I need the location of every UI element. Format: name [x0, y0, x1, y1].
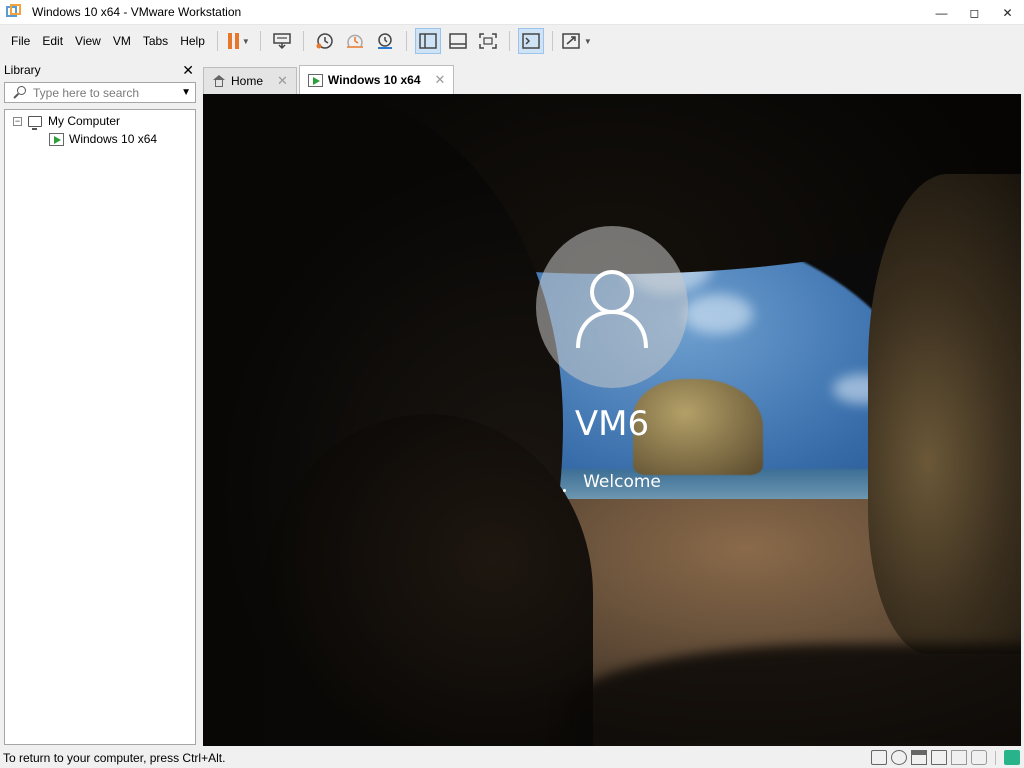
- fit-guest-icon: [479, 33, 497, 49]
- pause-button[interactable]: ▼: [226, 28, 252, 54]
- device-icons: [871, 750, 1020, 765]
- message-icon[interactable]: [1004, 750, 1020, 765]
- thumbnail-bar-icon: [449, 33, 467, 49]
- maximize-button[interactable]: ◻: [958, 0, 991, 25]
- cd-dvd-icon[interactable]: [891, 750, 907, 765]
- library-close-button[interactable]: ✕: [182, 62, 194, 79]
- menu-tabs[interactable]: Tabs: [137, 25, 174, 57]
- tab-windows-10-x64[interactable]: Windows 10 x64 ✕: [298, 65, 455, 94]
- pause-icon: [227, 33, 239, 49]
- tab-home[interactable]: Home ✕: [203, 67, 297, 94]
- vm-console-display[interactable]: VM6 Welcome: [203, 94, 1021, 746]
- send-ctrl-alt-del-button[interactable]: [269, 28, 295, 54]
- snapshot-icon: [316, 33, 333, 49]
- toolbar-separator: [259, 31, 261, 51]
- user-icon: [576, 270, 648, 349]
- home-icon: [212, 75, 226, 87]
- chevron-down-icon[interactable]: ▼: [242, 37, 250, 46]
- take-snapshot-button[interactable]: [312, 28, 338, 54]
- user-name: VM6: [574, 404, 650, 444]
- fit-guest-button[interactable]: [475, 28, 501, 54]
- tree-item-label: My Computer: [48, 114, 121, 128]
- library-tree: − My Computer Windows 10 x64: [4, 109, 196, 745]
- hard-disk-icon[interactable]: [871, 750, 887, 765]
- library-header: Library ✕: [0, 59, 200, 81]
- chevron-down-icon[interactable]: ▼: [584, 37, 592, 46]
- toolbar-separator: [405, 31, 407, 51]
- usb-icon[interactable]: [951, 750, 967, 765]
- cave-shape: [868, 174, 1021, 654]
- thumbnail-bar-button[interactable]: [445, 28, 471, 54]
- menu-help[interactable]: Help: [174, 25, 211, 57]
- vmware-logo-icon: [6, 4, 22, 20]
- collapse-toggle[interactable]: −: [13, 116, 22, 126]
- send-ctrl-alt-del-icon: [273, 33, 291, 50]
- full-screen-icon: [562, 33, 580, 49]
- menu-view[interactable]: View: [69, 25, 107, 57]
- full-screen-button[interactable]: ▼: [561, 28, 592, 54]
- floppy-icon[interactable]: [911, 750, 927, 765]
- tab-label: Windows 10 x64: [327, 73, 421, 87]
- minimize-button[interactable]: —: [925, 0, 958, 25]
- snapshot-manager-icon: [377, 33, 392, 49]
- library-search[interactable]: ▼: [4, 82, 196, 103]
- tab-strip: Home ✕ Windows 10 x64 ✕: [203, 64, 1024, 94]
- tab-close-button[interactable]: ✕: [277, 73, 288, 89]
- title-bar: Windows 10 x64 - VMware Workstation — ◻ …: [0, 0, 1024, 25]
- tab-label: Home: [231, 74, 264, 88]
- console-view-icon: [522, 33, 540, 49]
- running-vm-icon: [49, 132, 64, 146]
- revert-snapshot-button[interactable]: [342, 28, 368, 54]
- network-icon[interactable]: [931, 750, 947, 765]
- console-view-button[interactable]: [517, 28, 544, 54]
- vmware-window: Windows 10 x64 - VMware Workstation — ◻ …: [0, 0, 1024, 768]
- window-controls: — ◻ ✕: [925, 0, 1024, 25]
- search-icon: [13, 85, 27, 100]
- toolbar-separator: [551, 31, 553, 51]
- status-text: To return to your computer, press Ctrl+A…: [3, 751, 226, 765]
- tree-item-windows-10-x64[interactable]: Windows 10 x64: [5, 130, 195, 148]
- menu-edit[interactable]: Edit: [36, 25, 69, 57]
- snapshot-manager-button[interactable]: [372, 28, 398, 54]
- show-library-icon: [419, 33, 437, 49]
- show-library-button[interactable]: [414, 28, 441, 54]
- close-button[interactable]: ✕: [991, 0, 1024, 25]
- menu-toolbar: File Edit View VM Tabs Help ▼ ▼: [0, 25, 1024, 57]
- status-separator: [995, 750, 996, 765]
- chevron-down-icon[interactable]: ▼: [181, 87, 191, 98]
- menu-vm[interactable]: VM: [107, 25, 137, 57]
- library-title: Library: [4, 63, 41, 77]
- user-avatar: [536, 226, 688, 388]
- status-bar: To return to your computer, press Ctrl+A…: [0, 748, 1024, 768]
- computer-icon: [28, 115, 42, 130]
- library-search-input[interactable]: [33, 85, 173, 100]
- menu-file[interactable]: File: [5, 25, 36, 57]
- revert-snapshot-icon: [346, 34, 363, 48]
- toolbar-separator: [216, 31, 218, 51]
- tree-item-my-computer[interactable]: − My Computer: [5, 112, 195, 130]
- toolbar-separator: [508, 31, 510, 51]
- window-title: Windows 10 x64 - VMware Workstation: [32, 5, 242, 19]
- tab-close-button[interactable]: ✕: [435, 72, 446, 88]
- toolbar-separator: [302, 31, 304, 51]
- cloud-shape: [683, 294, 753, 334]
- sound-icon[interactable]: [971, 750, 987, 765]
- running-vm-icon: [307, 73, 323, 87]
- welcome-text: Welcome: [583, 472, 661, 492]
- tree-item-label: Windows 10 x64: [69, 132, 158, 146]
